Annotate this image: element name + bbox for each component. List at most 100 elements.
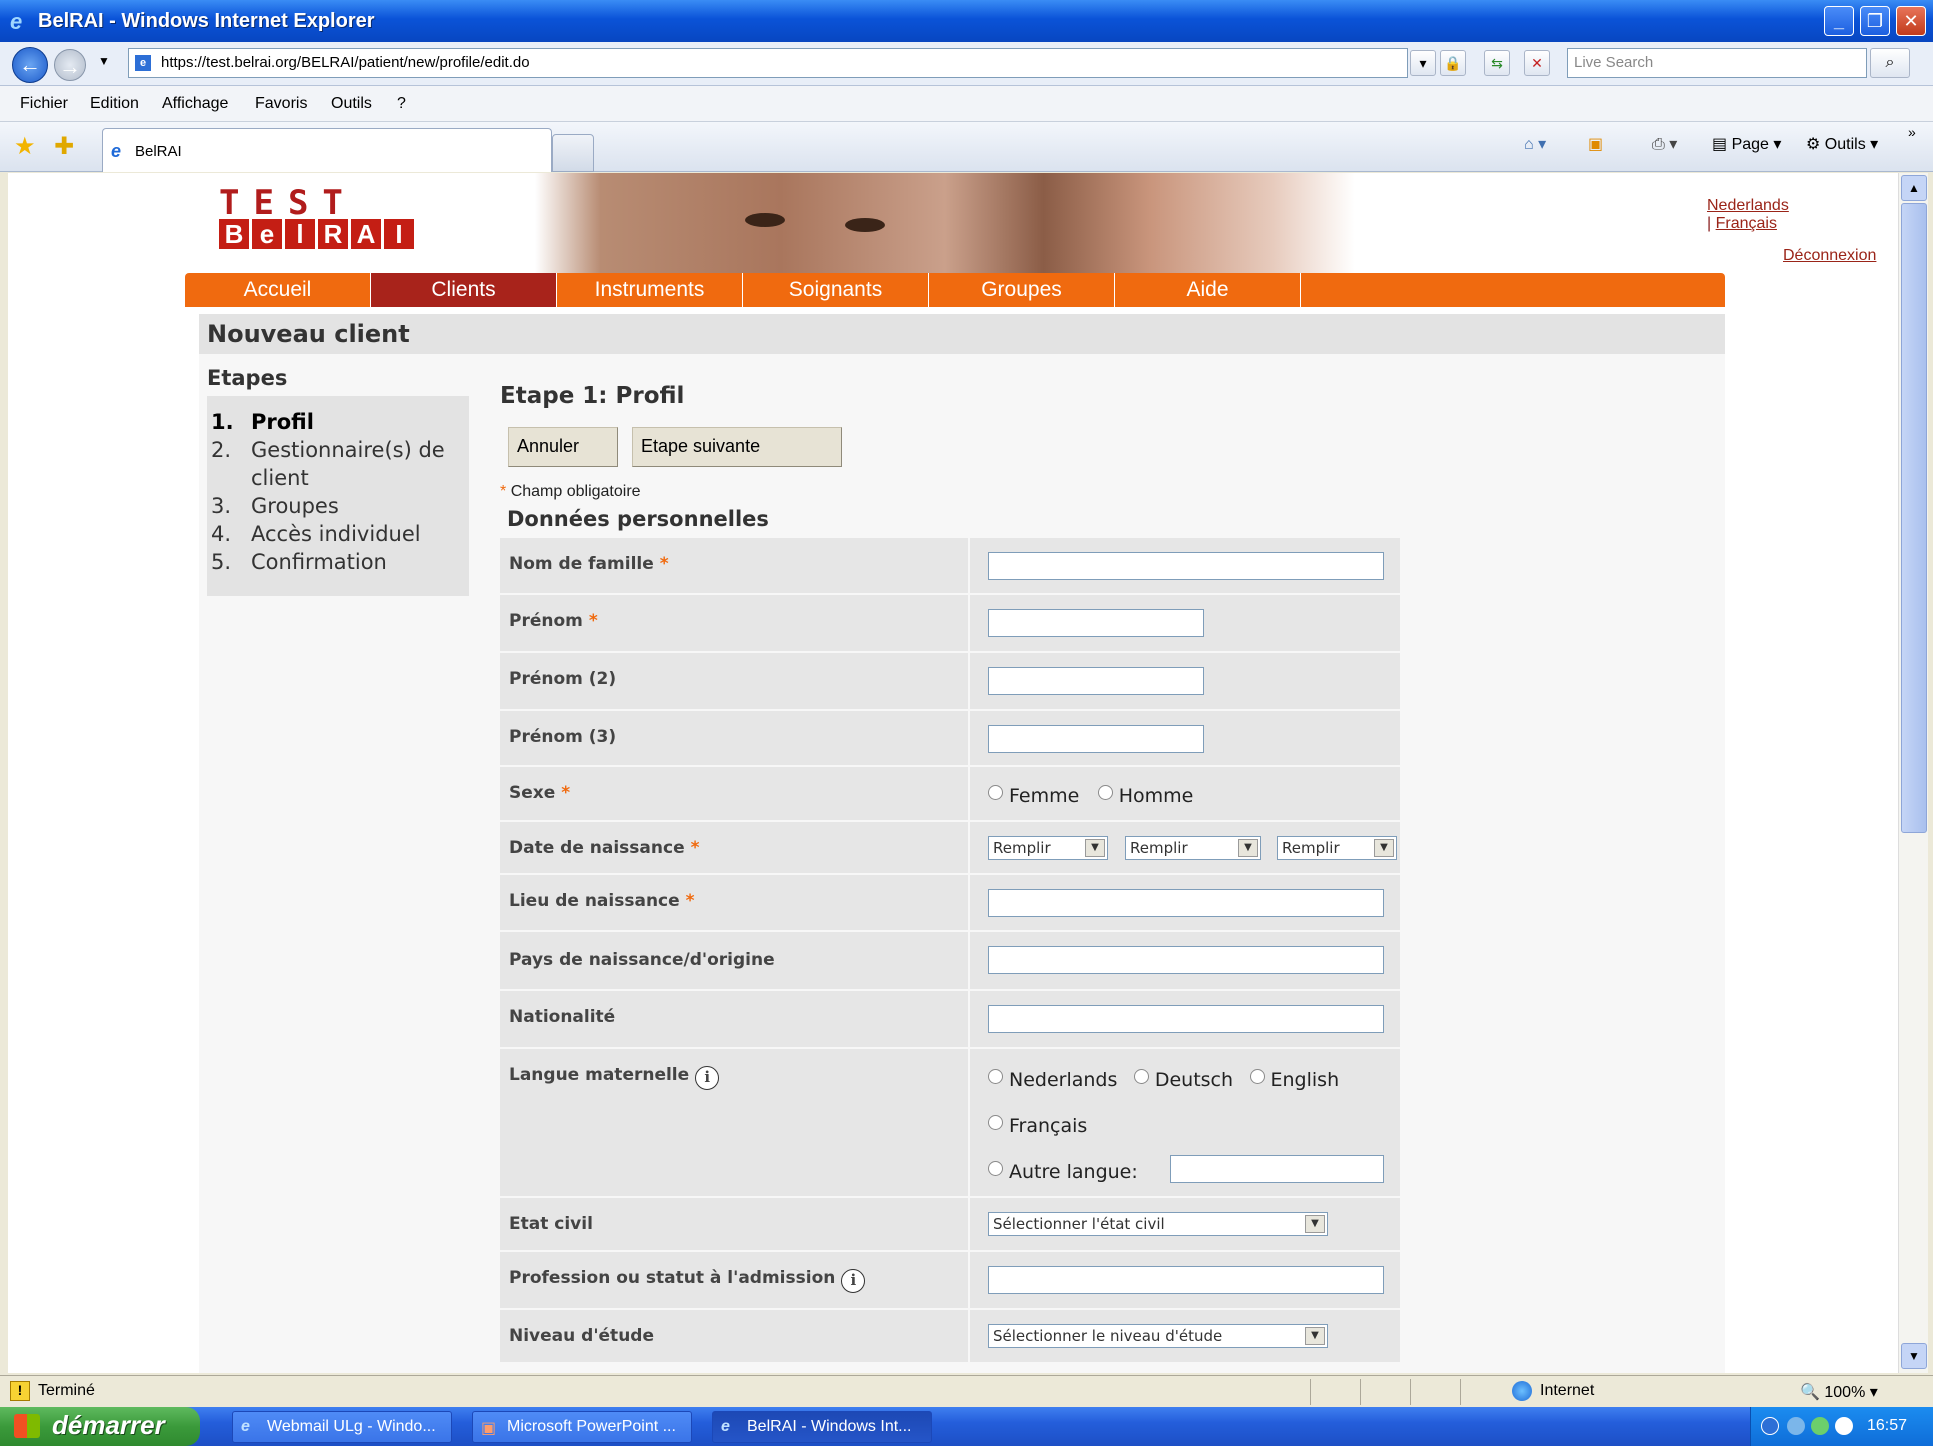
lang-nl-link[interactable]: Nederlands: [1707, 197, 1789, 214]
chevron-down-icon: ▼: [1085, 839, 1105, 857]
task-label: Microsoft PowerPoint ...: [507, 1418, 676, 1435]
print-icon[interactable]: ⎙ ▾: [1652, 134, 1677, 154]
birth-year-select[interactable]: Remplir ▼: [1277, 836, 1397, 860]
tools-menu[interactable]: ⚙ Outils ▾: [1806, 134, 1878, 154]
nav-soignants[interactable]: Soignants: [743, 273, 929, 307]
forward-button[interactable]: →: [54, 49, 86, 81]
langue-options-line1: Nederlands Deutsch English: [988, 1069, 1339, 1091]
cancel-button[interactable]: Annuler: [508, 427, 618, 467]
search-icon[interactable]: ⌕: [1870, 48, 1910, 78]
scroll-thumb[interactable]: [1901, 203, 1927, 833]
tray-arrow-icon[interactable]: [1761, 1417, 1779, 1435]
nav-aide[interactable]: Aide: [1115, 273, 1301, 307]
task-powerpoint[interactable]: ▣ Microsoft PowerPoint ...: [472, 1411, 692, 1443]
field-label: Nationalité: [500, 991, 970, 1047]
birth-month-select[interactable]: Remplir ▼: [1125, 836, 1261, 860]
radio-english[interactable]: [1249, 1069, 1265, 1084]
birth-day-select[interactable]: Remplir ▼: [988, 836, 1108, 860]
globe-icon: [1512, 1381, 1532, 1401]
step-number: 3.: [211, 494, 232, 518]
nom-famille-input[interactable]: [988, 552, 1384, 580]
radio-francais[interactable]: [988, 1115, 1003, 1130]
radio-femme[interactable]: [988, 785, 1003, 800]
new-tab-button[interactable]: [552, 134, 594, 172]
profession-input[interactable]: [988, 1266, 1384, 1294]
windows-logo-icon: [14, 1414, 40, 1438]
niveau-etude-select[interactable]: Sélectionner le niveau d'étude ▼: [988, 1324, 1328, 1348]
scroll-up-icon[interactable]: ▲: [1901, 175, 1927, 201]
info-icon[interactable]: i: [695, 1066, 720, 1090]
nav-clients[interactable]: Clients: [371, 273, 557, 307]
menu-help[interactable]: ?: [397, 95, 406, 113]
refresh-icon[interactable]: ⇆: [1484, 50, 1510, 76]
prenom2-input[interactable]: [988, 667, 1204, 695]
nationalite-input[interactable]: [988, 1005, 1384, 1033]
menu-favoris[interactable]: Favoris: [255, 95, 307, 113]
lang-fr-link[interactable]: Français: [1716, 215, 1777, 232]
prenom-input[interactable]: [988, 609, 1204, 637]
history-dropdown-icon[interactable]: ▼: [98, 54, 110, 68]
chevron-right-icon[interactable]: »: [1908, 124, 1916, 140]
next-step-button[interactable]: Etape suivante: [632, 427, 842, 467]
vertical-scrollbar[interactable]: ▲ ▼: [1898, 173, 1928, 1373]
minimize-button[interactable]: _: [1824, 6, 1854, 36]
start-button[interactable]: démarrer: [0, 1407, 200, 1446]
task-belrai[interactable]: e BelRAI - Windows Int...: [712, 1411, 932, 1443]
menu-affichage[interactable]: Affichage: [162, 95, 228, 113]
tray-app-icon[interactable]: [1811, 1417, 1829, 1435]
network-icon[interactable]: [1787, 1417, 1805, 1435]
row-sexe: Sexe * Femme Homme: [500, 767, 1400, 822]
pays-input[interactable]: [988, 946, 1384, 974]
restore-button[interactable]: ❐: [1860, 6, 1890, 36]
prenom3-input[interactable]: [988, 725, 1204, 753]
url-dropdown-icon[interactable]: ▾: [1410, 50, 1436, 76]
menu-outils[interactable]: Outils: [331, 95, 372, 113]
close-button[interactable]: ✕: [1896, 6, 1926, 36]
select-value: Remplir: [993, 839, 1051, 857]
step-title: Etape 1: Profil: [500, 383, 685, 409]
logout-link[interactable]: Déconnexion: [1783, 247, 1876, 265]
lieu-naissance-input[interactable]: [988, 889, 1384, 917]
logo-letter: R: [318, 219, 348, 249]
field-label: Profession ou statut à l'admission i: [500, 1252, 970, 1308]
steps-title: Etapes: [207, 366, 288, 390]
required-note-text: Champ obligatoire: [510, 483, 641, 500]
nav-instruments[interactable]: Instruments: [557, 273, 743, 307]
url-field[interactable]: e https://test.belrai.org/BELRAI/patient…: [128, 48, 1408, 78]
page-menu[interactable]: ▤ Page ▾: [1712, 134, 1781, 154]
task-webmail[interactable]: e Webmail ULg - Windo...: [232, 1411, 452, 1443]
info-icon[interactable]: i: [841, 1269, 866, 1293]
radio-autre-langue[interactable]: [988, 1161, 1003, 1176]
stop-icon[interactable]: ✕: [1524, 50, 1550, 76]
radio-deutsch[interactable]: [1133, 1069, 1149, 1084]
feeds-icon[interactable]: ▣: [1588, 134, 1603, 154]
etat-civil-select[interactable]: Sélectionner l'état civil ▼: [988, 1212, 1328, 1236]
label-text: Date de naissance: [509, 838, 685, 858]
tray-app-icon[interactable]: [1835, 1417, 1853, 1435]
field-label: Nom de famille *: [500, 538, 970, 593]
step-label: Accès individuel: [251, 522, 421, 546]
powerpoint-icon: ▣: [481, 1420, 497, 1437]
scroll-down-icon[interactable]: ▼: [1901, 1343, 1927, 1369]
favorites-star-icon[interactable]: ★: [14, 132, 36, 161]
select-value: Remplir: [1130, 839, 1188, 857]
nav-accueil[interactable]: Accueil: [185, 273, 371, 307]
home-icon[interactable]: ⌂ ▾: [1524, 134, 1546, 154]
menu-edition[interactable]: Edition: [90, 95, 139, 113]
menu-fichier[interactable]: Fichier: [20, 95, 68, 113]
radio-nederlands[interactable]: [988, 1069, 1003, 1084]
field-label: Niveau d'étude: [500, 1310, 970, 1362]
nav-groupes[interactable]: Groupes: [929, 273, 1115, 307]
radio-label: Femme: [1009, 785, 1080, 807]
tab-belrai[interactable]: e BelRAI: [102, 128, 552, 172]
live-search-input[interactable]: Live Search: [1567, 48, 1867, 78]
radio-homme[interactable]: [1097, 785, 1113, 800]
address-bar: ← → ▼ e https://test.belrai.org/BELRAI/p…: [0, 42, 1933, 86]
zoom-level[interactable]: 🔍 100% ▾: [1800, 1382, 1878, 1402]
autre-langue-input[interactable]: [1170, 1155, 1384, 1183]
page-title: Nouveau client: [207, 320, 410, 348]
row-prenom2: Prénom (2): [500, 653, 1400, 711]
back-button[interactable]: ←: [12, 47, 48, 83]
add-favorite-icon[interactable]: ✚: [54, 132, 74, 161]
lock-icon[interactable]: 🔒: [1440, 50, 1466, 76]
